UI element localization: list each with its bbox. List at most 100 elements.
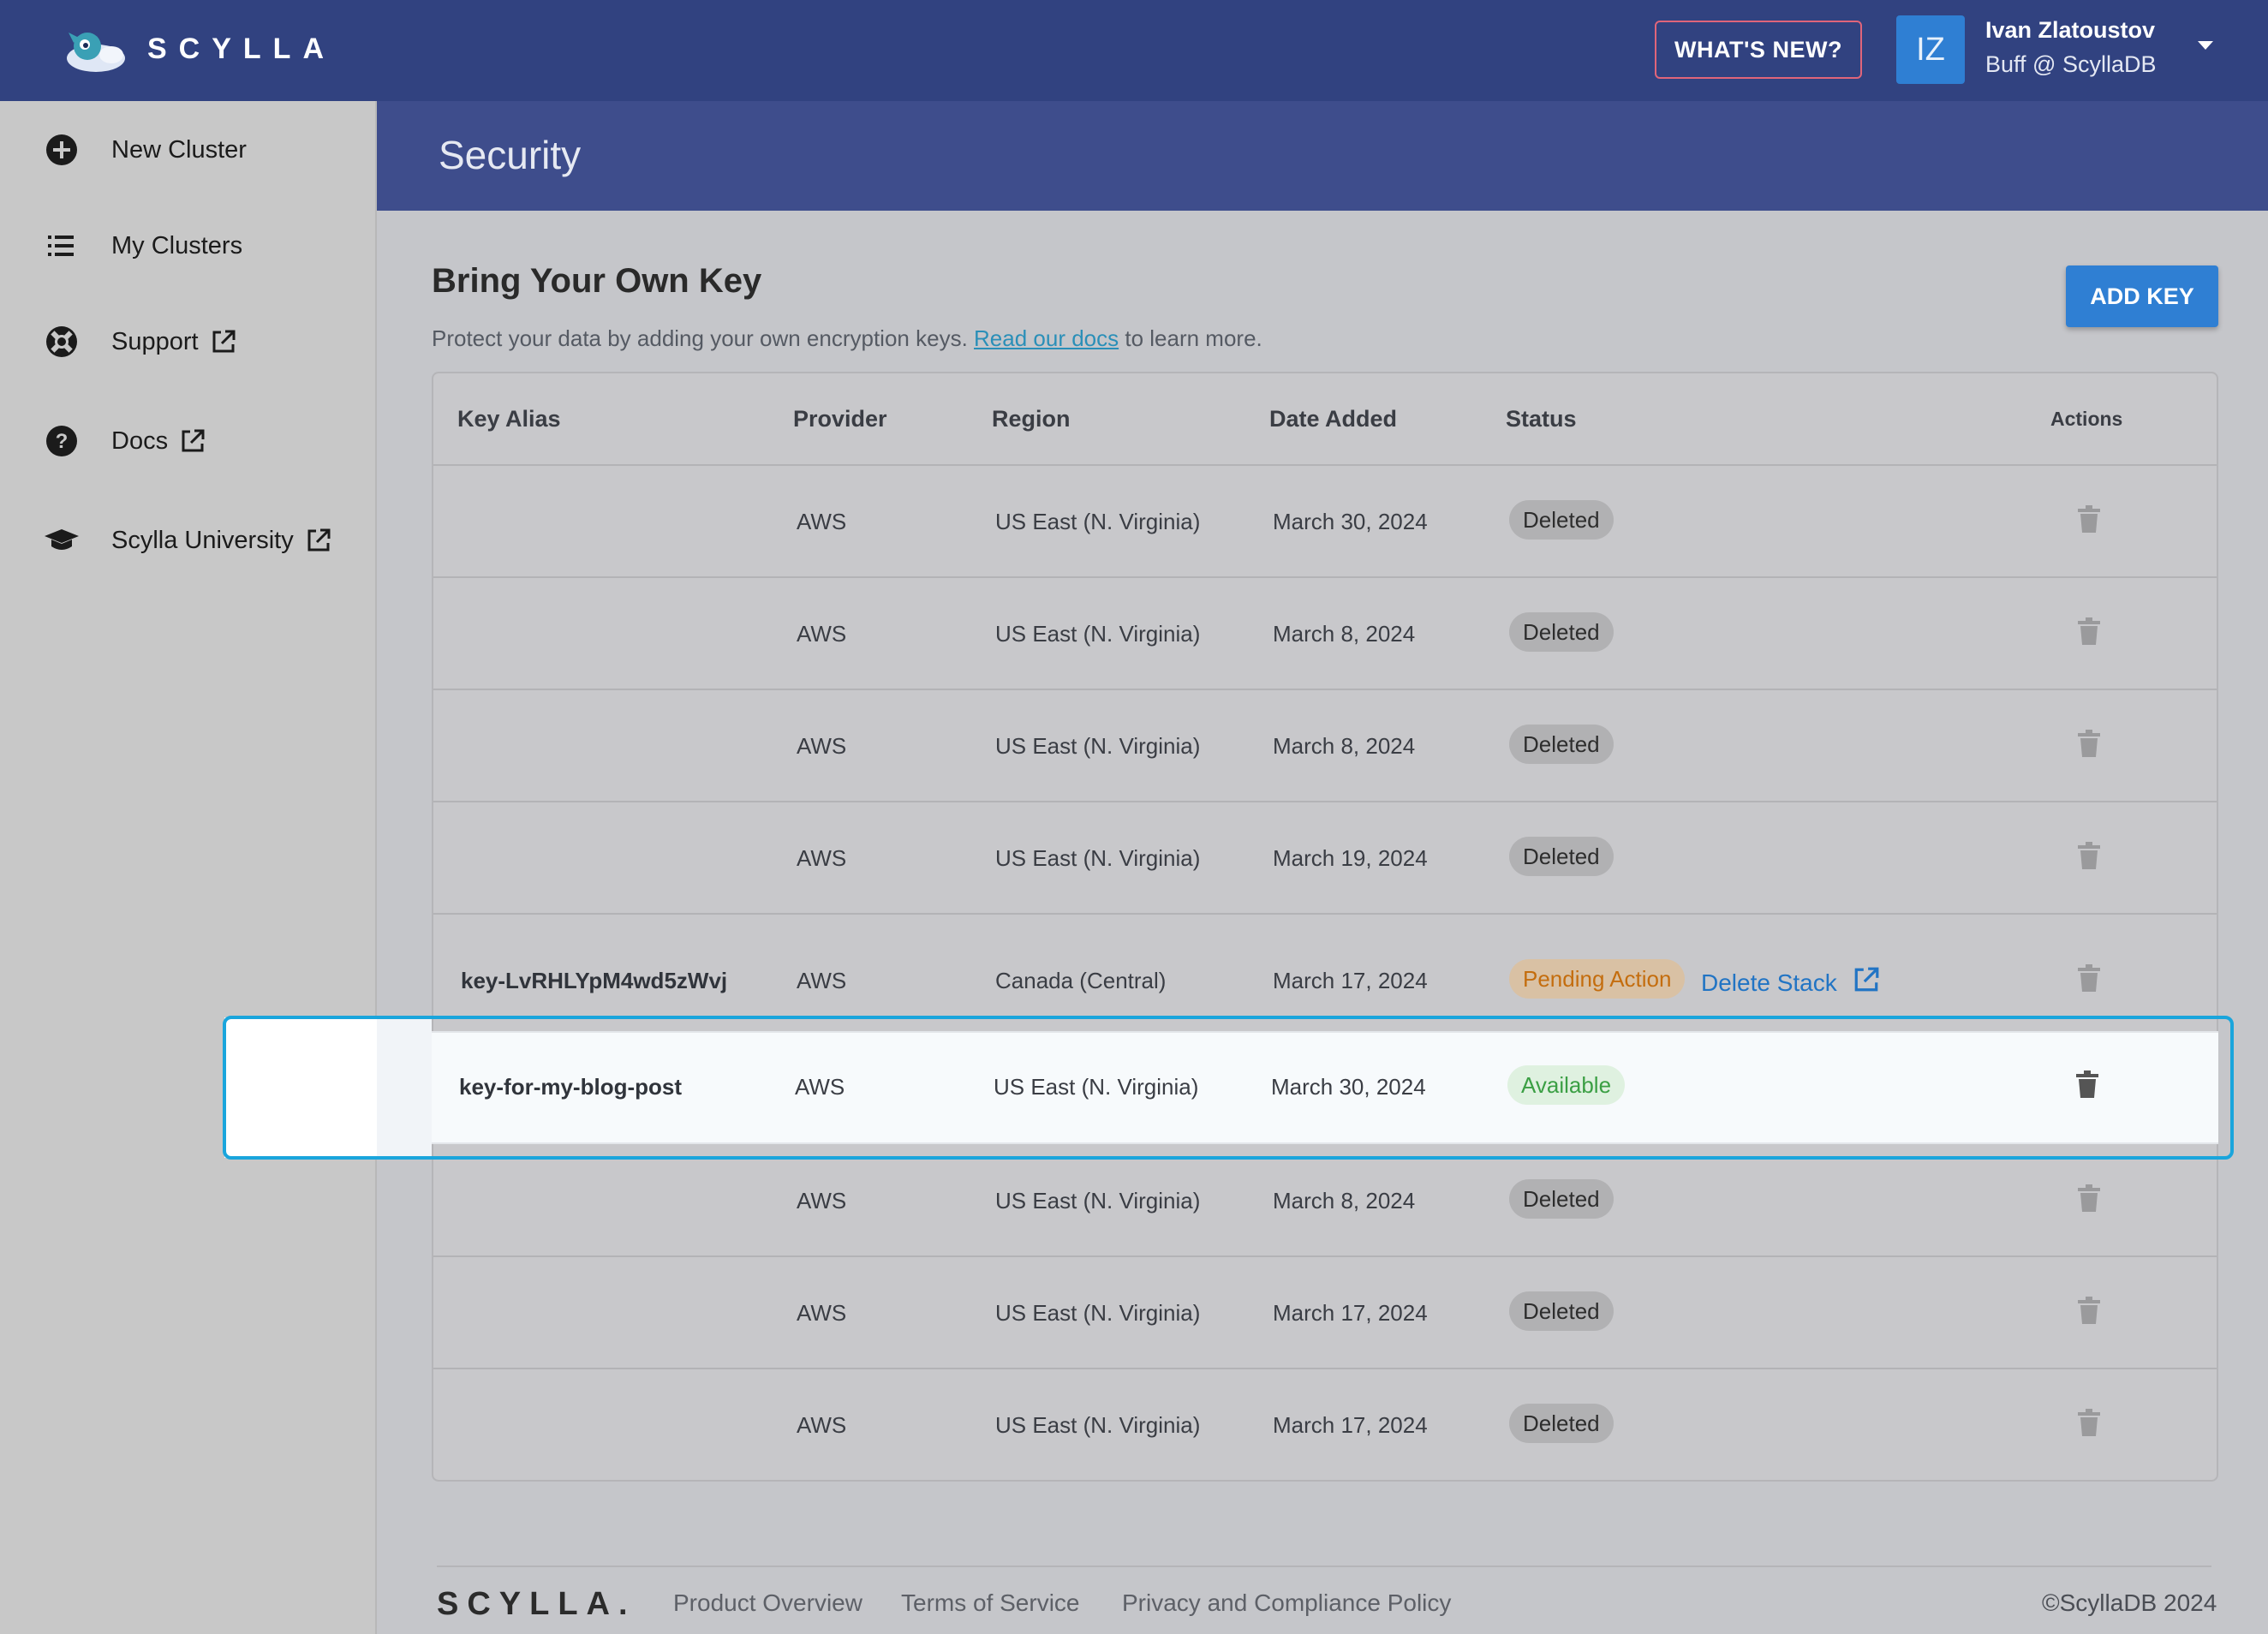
highlight-backdrop-side: [377, 1017, 432, 1158]
user-org[interactable]: Buff @ ScyllaDB: [1985, 51, 2156, 78]
external-link-icon: [212, 330, 236, 353]
copyright: ©ScyllaDB 2024: [2042, 1589, 2217, 1616]
date-added: March 8, 2024: [1273, 621, 1416, 647]
provider: AWS: [797, 845, 847, 871]
column-header-region: Region: [992, 406, 1071, 432]
provider: AWS: [795, 1074, 845, 1100]
avatar[interactable]: IZ: [1896, 15, 1965, 84]
table-row[interactable]: AWS US East (N. Virginia) March 30, 2024 De…: [433, 466, 2217, 578]
provider: AWS: [797, 1188, 847, 1214]
read-docs-link[interactable]: Read our docs: [974, 325, 1119, 351]
trash-icon[interactable]: [2076, 1070, 2098, 1098]
status-badge: Deleted: [1509, 1291, 1614, 1331]
table-row[interactable]: key-LvRHLYpM4wd5zWvj AWS Canada (Central) M…: [433, 915, 2217, 1033]
column-header-key-alias: Key Alias: [457, 406, 561, 432]
sidebar-item-label: Support: [111, 327, 199, 355]
region: US East (N. Virginia): [995, 509, 1201, 534]
column-header-status: Status: [1506, 406, 1577, 432]
status-badge: Deleted: [1509, 500, 1614, 540]
trash-icon[interactable]: [2078, 505, 2100, 533]
add-key-button[interactable]: ADD KEY: [2066, 265, 2218, 327]
sidebar-item-scylla-university[interactable]: Scylla University: [0, 506, 377, 575]
trash-icon[interactable]: [2078, 1409, 2100, 1436]
trash-icon[interactable]: [2078, 730, 2100, 757]
trash-icon[interactable]: [2078, 964, 2100, 992]
date-added: March 30, 2024: [1271, 1074, 1426, 1100]
region: Canada (Central): [995, 968, 1167, 993]
provider: AWS: [797, 968, 847, 993]
provider: AWS: [797, 733, 847, 759]
table-row[interactable]: AWS US East (N. Virginia) March 8, 2024 Del…: [433, 578, 2217, 690]
provider: AWS: [797, 1412, 847, 1438]
user-name[interactable]: Ivan Zlatoustov: [1985, 17, 2155, 44]
table-row[interactable]: AWS US East (N. Virginia) March 8, 2024 Del…: [433, 1145, 2217, 1257]
sidebar-item-label: Docs: [111, 426, 169, 455]
provider: AWS: [797, 509, 847, 534]
footer-link-product-overview[interactable]: Product Overview: [673, 1589, 862, 1617]
region: US East (N. Virginia): [995, 1300, 1201, 1326]
footer-link-privacy-policy[interactable]: Privacy and Compliance Policy: [1122, 1589, 1451, 1617]
whats-new-button[interactable]: WHAT'S NEW?: [1655, 21, 1862, 79]
region: US East (N. Virginia): [994, 1074, 1199, 1100]
key-alias: key-LvRHLYpM4wd5zWvj: [461, 968, 728, 993]
region: US East (N. Virginia): [995, 733, 1201, 759]
column-header-date-added: Date Added: [1269, 406, 1398, 432]
top-bar: SCYLLA WHAT'S NEW? IZ Ivan Zlatoustov Bu…: [0, 0, 2268, 101]
date-added: March 8, 2024: [1273, 1188, 1416, 1214]
footer-logo[interactable]: SCYLLA.: [437, 1586, 636, 1623]
trash-icon[interactable]: [2078, 1184, 2100, 1212]
table-row[interactable]: key-for-my-blog-post AWS US East (N. Virgi…: [432, 1033, 2215, 1142]
sidebar-item-label: Scylla University: [111, 526, 294, 554]
brand-name: SCYLLA: [147, 32, 336, 65]
status-badge: Deleted: [1509, 837, 1614, 876]
page-header: Security: [377, 101, 2268, 211]
sidebar-item-support[interactable]: Support: [0, 307, 377, 376]
column-header-actions: Actions: [2050, 408, 2123, 430]
external-link-icon: [307, 528, 331, 552]
keys-table: Key Alias Provider Region Date Added Sta…: [432, 372, 2218, 1482]
external-link-icon: [182, 429, 205, 452]
sidebar: New Cluster My Clusters Support ? Docs S…: [0, 101, 377, 1634]
column-header-provider: Provider: [793, 406, 887, 432]
lifebuoy-icon: [45, 325, 79, 359]
table-row[interactable]: AWS US East (N. Virginia) March 17, 2024 De…: [433, 1257, 2217, 1369]
section-title: Bring Your Own Key: [432, 262, 762, 300]
sidebar-item-new-cluster[interactable]: New Cluster: [0, 116, 377, 184]
trash-icon[interactable]: [2078, 1297, 2100, 1324]
trash-icon[interactable]: [2078, 842, 2100, 869]
provider: AWS: [797, 621, 847, 647]
table-row[interactable]: AWS US East (N. Virginia) March 8, 2024 Del…: [433, 690, 2217, 802]
svg-text:?: ?: [56, 430, 69, 453]
table-row[interactable]: AWS US East (N. Virginia) March 19, 2024 De…: [433, 802, 2217, 915]
footer-link-terms-of-service[interactable]: Terms of Service: [901, 1589, 1080, 1617]
chevron-down-icon[interactable]: [2198, 41, 2213, 50]
scylla-logo[interactable]: SCYLLA: [62, 24, 336, 74]
date-added: March 19, 2024: [1273, 845, 1428, 871]
delete-stack-link[interactable]: Delete Stack: [1701, 966, 1880, 999]
table-row-highlighted[interactable]: key-for-my-blog-post AWS US East (N. Virgi…: [432, 1031, 2218, 1144]
region: US East (N. Virginia): [995, 621, 1201, 647]
date-added: March 17, 2024: [1273, 1412, 1428, 1438]
date-added: March 17, 2024: [1273, 1300, 1428, 1326]
section-description: Protect your data by adding your own enc…: [432, 325, 1262, 351]
status-badge: Deleted: [1509, 725, 1614, 764]
region: US East (N. Virginia): [995, 845, 1201, 871]
date-added: March 17, 2024: [1273, 968, 1428, 993]
sidebar-item-label: New Cluster: [111, 135, 247, 164]
external-link-icon: [1853, 966, 1880, 999]
list-icon: [45, 229, 79, 263]
status-badge: Pending Action: [1509, 959, 1686, 999]
status-badge: Deleted: [1509, 1404, 1614, 1443]
table-header: Key Alias Provider Region Date Added Sta…: [433, 373, 2217, 466]
plus-circle-icon: [45, 133, 79, 167]
table-row[interactable]: AWS US East (N. Virginia) March 17, 2024 De…: [433, 1369, 2217, 1482]
sidebar-item-docs[interactable]: ? Docs: [0, 407, 377, 475]
sidebar-item-my-clusters[interactable]: My Clusters: [0, 212, 377, 280]
scylla-monster-icon: [67, 33, 125, 72]
key-alias: key-for-my-blog-post: [459, 1074, 682, 1100]
trash-icon[interactable]: [2078, 617, 2100, 645]
status-badge: Available: [1507, 1065, 1626, 1105]
date-added: March 8, 2024: [1273, 733, 1416, 759]
footer-divider: [437, 1565, 2211, 1567]
status-badge: Deleted: [1509, 1179, 1614, 1219]
